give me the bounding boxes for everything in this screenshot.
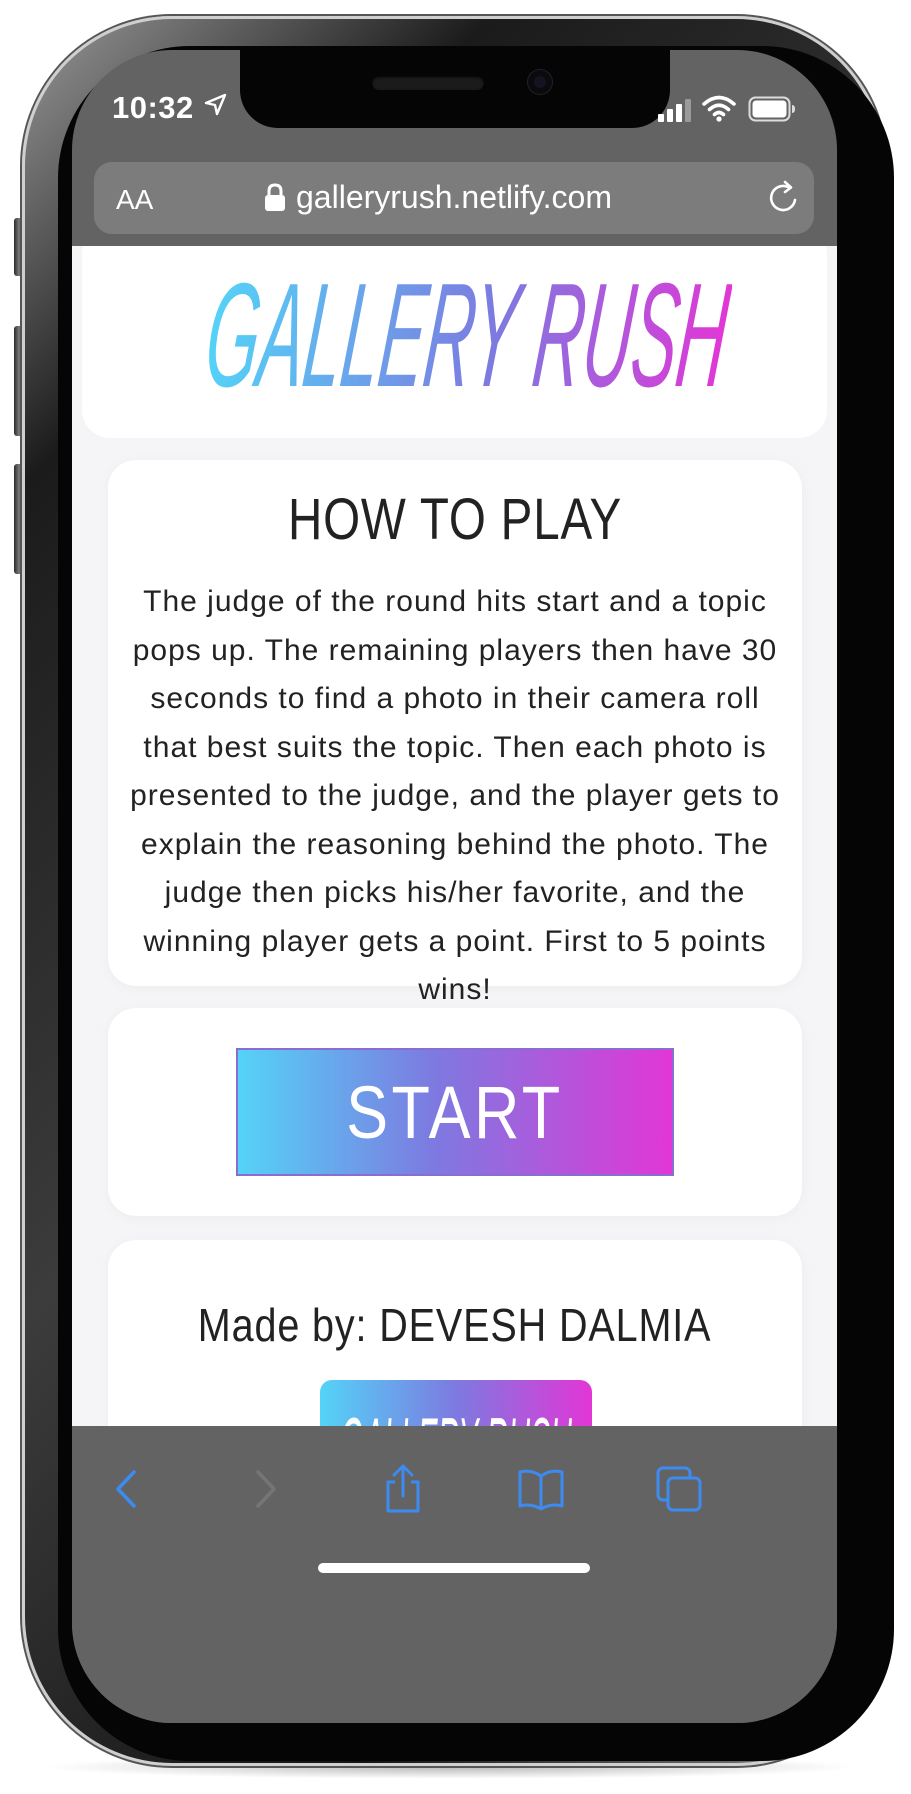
safari-toolbar [72, 1426, 837, 1723]
url-text: galleryrush.netlify.com [296, 179, 612, 215]
how-to-play-card: HOW TO PLAY The judge of the round hits … [108, 460, 802, 1006]
start-button-label: START [346, 1070, 564, 1154]
location-arrow-icon [204, 93, 227, 116]
notch [240, 50, 670, 128]
mini-logo-badge: GALLERY RUSH [320, 1380, 592, 1426]
bookmarks-icon[interactable] [516, 1464, 566, 1514]
gallery-rush-logo: GALLERY RUSH [199, 254, 732, 404]
start-button[interactable]: START [236, 1048, 674, 1176]
mini-logo-text: GALLERY RUSH [340, 1401, 572, 1426]
header-card: GALLERY RUSH [82, 246, 827, 438]
how-to-play-body: The judge of the round hits start and a … [130, 585, 780, 1006]
tabs-icon[interactable] [654, 1464, 704, 1514]
text-size-label: AA [116, 184, 154, 215]
back-icon[interactable] [102, 1464, 152, 1514]
mini-logo: GALLERY RUSH [340, 1401, 572, 1426]
lock-icon [265, 183, 285, 211]
how-to-play-title: HOW TO PLAY [287, 487, 623, 552]
wifi-icon [702, 95, 736, 122]
text-size-button[interactable]: AA [116, 184, 153, 216]
battery-icon [748, 96, 795, 122]
web-content: GALLERY RUSH HOW TO PLAY The judge of th… [72, 246, 837, 1426]
home-indicator[interactable] [318, 1563, 590, 1573]
reload-icon[interactable] [766, 180, 802, 216]
forward-icon[interactable] [240, 1464, 290, 1514]
credit-label: Made by: DEVESH DALMIA [198, 1299, 712, 1351]
credit-text: Made by: DEVESH DALMIA [108, 1298, 802, 1352]
logo-text: GALLERY RUSH [199, 254, 732, 404]
address-bar[interactable]: AA galleryrush.netlify.com [94, 162, 814, 234]
share-icon[interactable] [378, 1464, 428, 1514]
phone-screen: 10:32 AA galleryrush.netlify.com GALLERY… [72, 50, 837, 1723]
status-time: 10:32 [112, 90, 194, 125]
cellular-signal-icon [658, 99, 691, 122]
credit-card: Made by: DEVESH DALMIA GALLERY RUSH [108, 1240, 802, 1426]
start-card: START [108, 1008, 802, 1216]
